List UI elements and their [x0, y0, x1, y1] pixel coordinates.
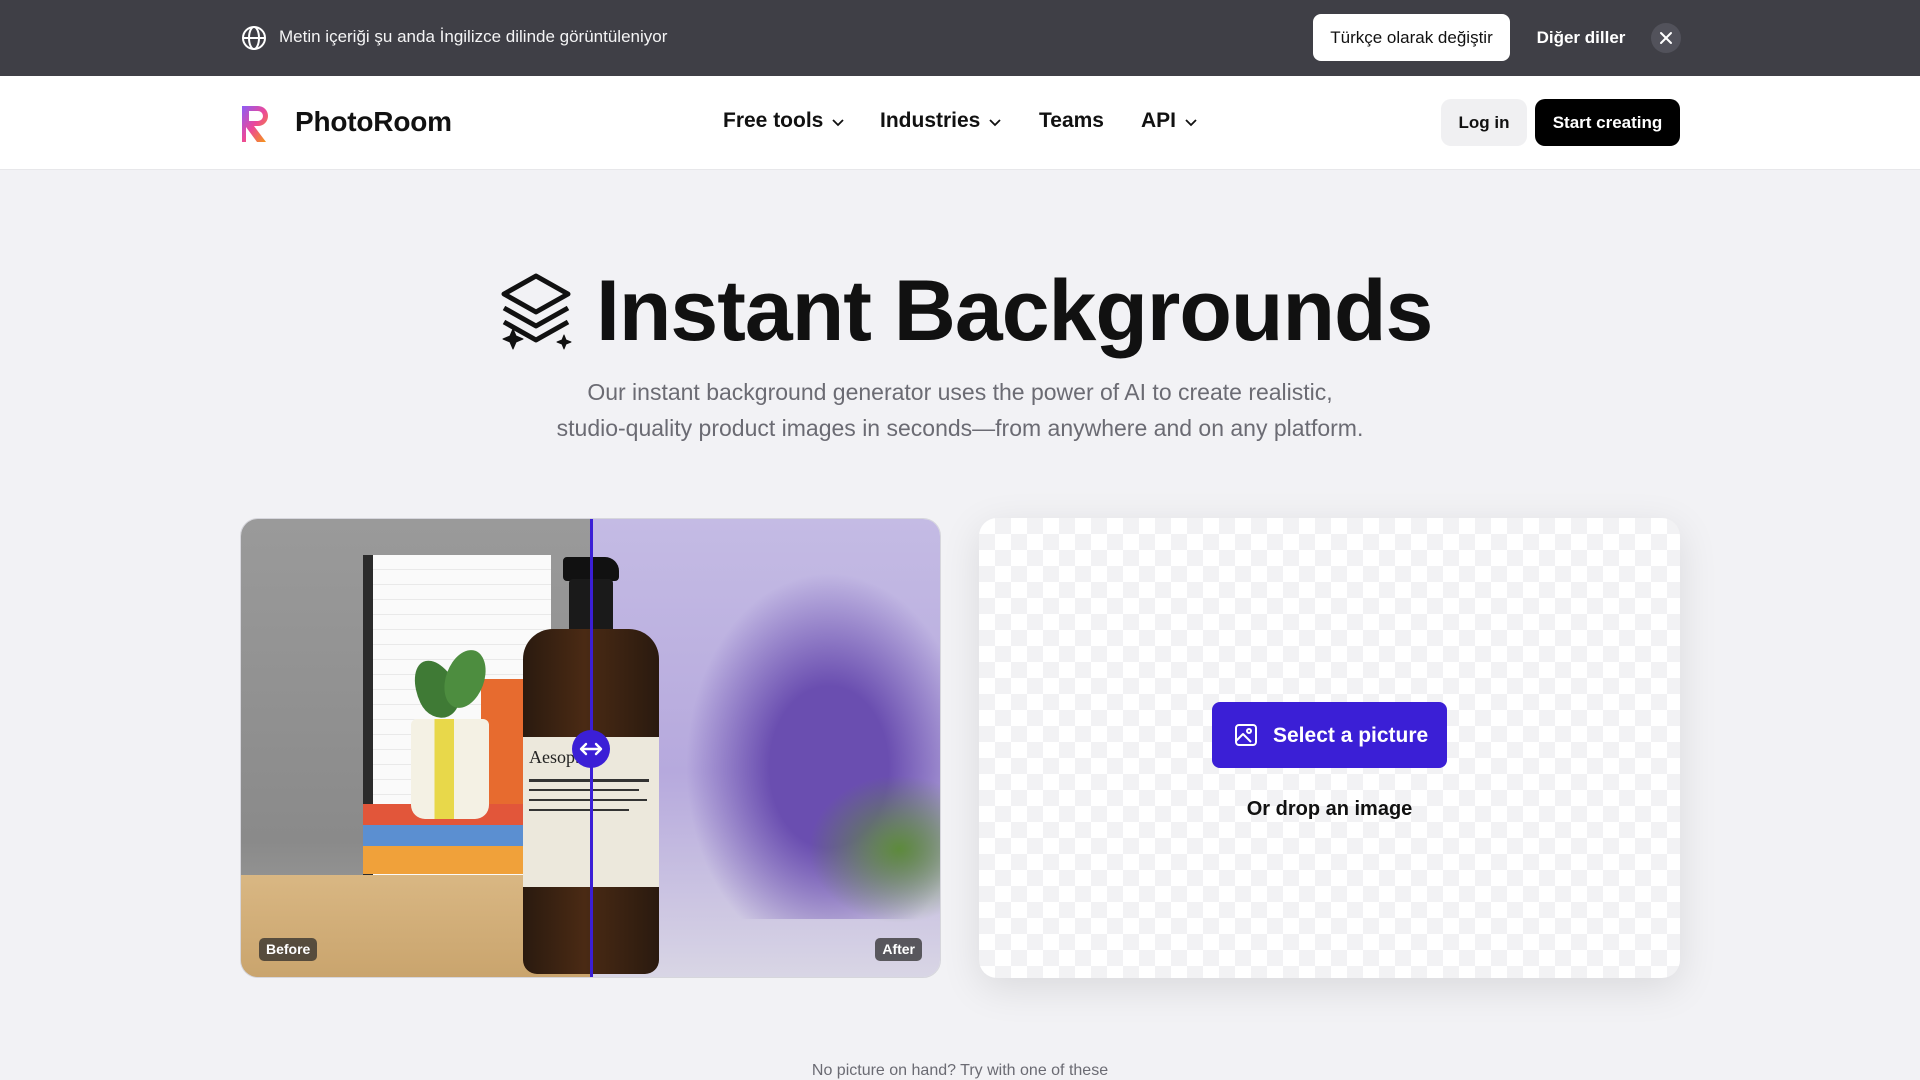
page-subtitle: Our instant background generator uses th… — [460, 374, 1460, 446]
switch-language-button[interactable]: Türkçe olarak değiştir — [1313, 14, 1510, 61]
label-line — [529, 799, 647, 801]
login-button[interactable]: Log in — [1441, 99, 1527, 146]
select-picture-button[interactable]: Select a picture — [1212, 702, 1447, 768]
lavender-stems-shape — [801, 769, 940, 929]
label-line — [529, 789, 639, 791]
chevron-down-icon — [989, 118, 1001, 126]
close-banner-button[interactable] — [1651, 23, 1681, 53]
nav-industries-label: Industries — [880, 109, 981, 132]
label-line — [529, 779, 649, 782]
after-tag: After — [875, 938, 922, 961]
chevron-down-icon — [832, 118, 844, 126]
nav-api-label: API — [1141, 109, 1177, 132]
nav-teams-label: Teams — [1039, 109, 1104, 132]
nav-free-tools[interactable]: Free tools — [723, 109, 845, 133]
label-line — [529, 809, 629, 811]
drop-image-hint: Or drop an image — [1246, 798, 1413, 820]
language-banner-message: Metin içeriği şu anda İngilizce dilinde … — [279, 27, 668, 46]
comparison-slider-handle[interactable] — [572, 730, 610, 768]
photoroom-logo-icon[interactable] — [239, 102, 277, 144]
before-tag: Before — [259, 938, 318, 961]
close-icon — [1660, 32, 1672, 44]
nav-teams[interactable]: Teams — [1039, 109, 1104, 133]
nav-free-tools-label: Free tools — [723, 109, 824, 132]
plant-pot-shape — [411, 719, 489, 819]
arrows-horizontal-icon — [579, 742, 603, 756]
select-picture-label: Select a picture — [1273, 724, 1429, 747]
upload-dropzone[interactable]: Select a picture Or drop an image — [979, 518, 1680, 978]
page-title: Instant Backgrounds — [596, 263, 1433, 359]
layers-sparkle-icon — [501, 273, 572, 350]
site-header: PhotoRoom Free tools Industries Teams AP… — [0, 76, 1920, 170]
before-after-comparison[interactable]: Aesop. Before After — [240, 518, 941, 978]
language-banner: Metin içeriği şu anda İngilizce dilinde … — [0, 0, 1920, 76]
image-icon — [1235, 724, 1257, 746]
nav-api[interactable]: API — [1141, 109, 1198, 133]
nav-industries[interactable]: Industries — [880, 109, 1002, 133]
globe-icon — [242, 26, 266, 50]
sample-images-prompt: No picture on hand? Try with one of thes… — [811, 1062, 1109, 1079]
start-creating-button[interactable]: Start creating — [1535, 99, 1680, 146]
chevron-down-icon — [1185, 118, 1197, 126]
page-subtitle-line-2: studio-quality product images in seconds… — [556, 415, 1364, 441]
other-languages-button[interactable]: Diğer diller — [1520, 14, 1642, 61]
brand-name[interactable]: PhotoRoom — [295, 106, 452, 138]
page-subtitle-line-1: Our instant background generator uses th… — [587, 379, 1333, 405]
